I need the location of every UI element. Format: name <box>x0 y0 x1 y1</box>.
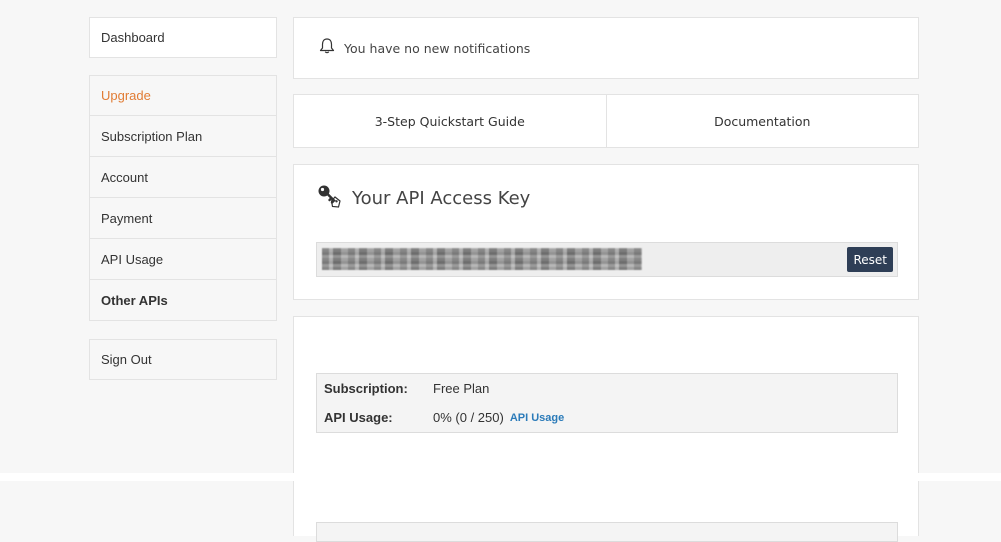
sidebar-menu: Upgrade Subscription Plan Account Paymen… <box>89 75 277 321</box>
sidebar-item-other-apis[interactable]: Other APIs <box>89 280 277 321</box>
notification-text: You have no new notifications <box>344 40 531 56</box>
api-key-heading: Your API Access Key <box>316 183 530 214</box>
api-usage-label: API Usage: <box>324 410 393 425</box>
sidebar-item-subscription-plan[interactable]: Subscription Plan <box>89 116 277 157</box>
bell-icon <box>318 37 336 60</box>
subscription-panel: Subscription: Free Plan API Usage: 0% (0… <box>293 316 919 542</box>
api-key-field[interactable]: Reset <box>316 242 898 277</box>
sidebar-signout-group: Sign Out <box>89 339 277 380</box>
api-usage-value: 0% (0 / 250) <box>433 410 504 425</box>
api-key-title: Your API Access Key <box>352 188 531 209</box>
sidebar-item-api-usage[interactable]: API Usage <box>89 239 277 280</box>
tab-documentation[interactable]: Documentation <box>605 95 919 147</box>
notification-panel: You have no new notifications <box>293 17 919 79</box>
api-usage-link[interactable]: API Usage <box>510 412 564 424</box>
key-icon <box>316 183 344 214</box>
api-key-value-redacted <box>322 248 642 270</box>
subscription-table-duplicate <box>316 522 898 542</box>
reset-button[interactable]: Reset <box>847 247 893 272</box>
subscription-label: Subscription: <box>324 381 408 396</box>
subscription-row: Subscription: Free Plan <box>317 374 897 403</box>
api-usage-row: API Usage: 0% (0 / 250) API Usage <box>317 403 897 432</box>
api-key-panel: Your API Access Key Reset <box>293 164 919 300</box>
sidebar-item-upgrade[interactable]: Upgrade <box>89 75 277 116</box>
sidebar-item-sign-out[interactable]: Sign Out <box>89 339 277 380</box>
sidebar-dashboard-group: Dashboard <box>89 17 277 58</box>
subscription-value: Free Plan <box>433 381 490 396</box>
sidebar-item-dashboard[interactable]: Dashboard <box>89 17 277 58</box>
tab-quickstart-guide[interactable]: 3-Step Quickstart Guide <box>294 95 606 147</box>
sidebar-item-account[interactable]: Account <box>89 157 277 198</box>
subscription-table: Subscription: Free Plan API Usage: 0% (0… <box>316 373 898 433</box>
guide-tabs: 3-Step Quickstart Guide Documentation <box>293 94 919 148</box>
sidebar-item-payment[interactable]: Payment <box>89 198 277 239</box>
screenshot-seam <box>0 473 1001 481</box>
